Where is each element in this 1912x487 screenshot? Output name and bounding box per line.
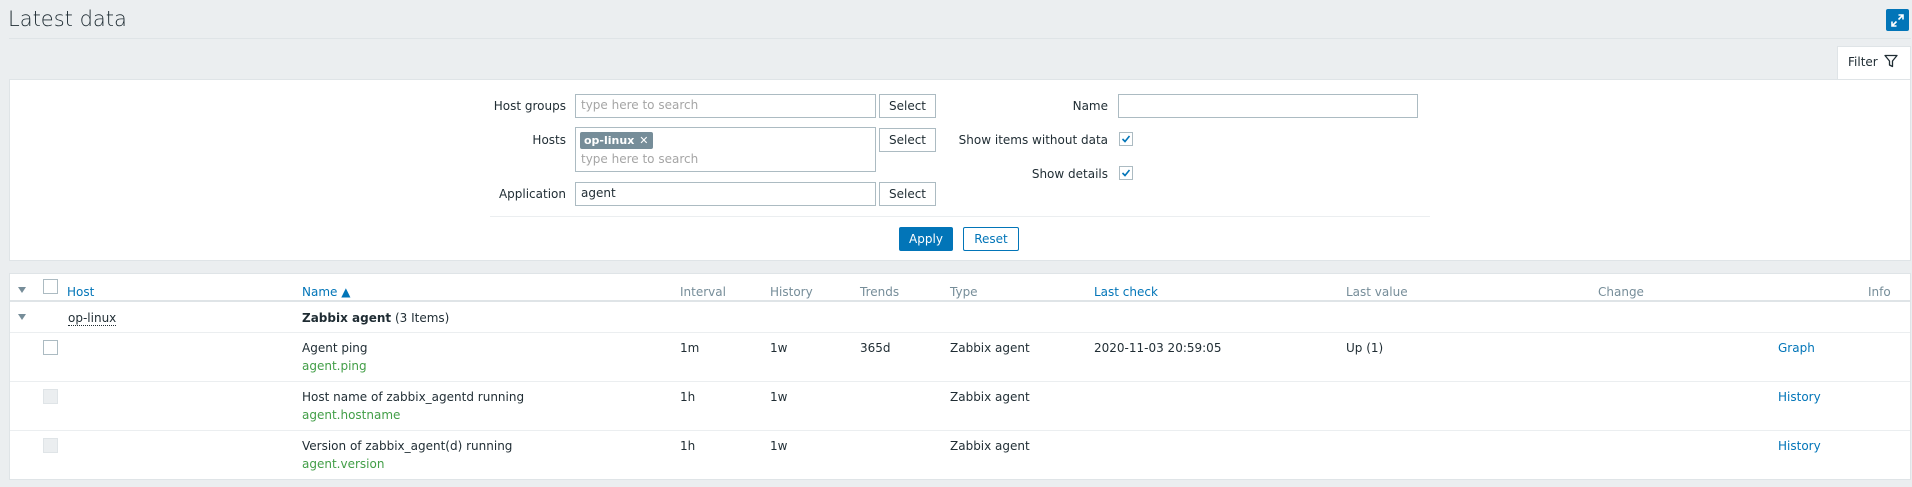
item-history: 1w xyxy=(770,439,788,453)
application-label: Application xyxy=(498,187,566,201)
group-host[interactable]: op-linux xyxy=(68,311,117,326)
show-details-label: Show details xyxy=(1031,167,1108,181)
collapse-group-icon[interactable] xyxy=(18,314,26,320)
host-groups-label: Host groups xyxy=(493,99,566,113)
row-checkbox[interactable] xyxy=(43,340,58,355)
item-type: Zabbix agent xyxy=(950,390,1030,404)
table-header-divider xyxy=(10,300,1910,302)
item-trends: 365d xyxy=(860,341,891,355)
expand-icon xyxy=(1891,13,1904,27)
hosts-label: Hosts xyxy=(532,133,566,147)
item-type: Zabbix agent xyxy=(950,439,1030,453)
name-label: Name xyxy=(1072,99,1108,113)
row-divider xyxy=(10,381,1910,382)
fullscreen-button[interactable] xyxy=(1886,9,1909,31)
item-name: Agent ping xyxy=(302,341,368,355)
column-interval: Interval xyxy=(680,285,726,299)
item-last-check: 2020-11-03 20:59:05 xyxy=(1094,341,1222,355)
group-app-name: Zabbix agent xyxy=(302,311,392,325)
history-link[interactable]: History xyxy=(1778,390,1821,404)
show-details-checkbox[interactable] xyxy=(1119,166,1133,180)
item-name: Host name of zabbix_agentd running xyxy=(302,390,525,404)
history-link[interactable]: History xyxy=(1778,439,1821,453)
hosts-multiselect[interactable]: op-linux ✕ type here to search xyxy=(575,127,876,172)
column-type: Type xyxy=(950,285,978,299)
row-divider xyxy=(10,332,1910,333)
host-groups-input[interactable]: type here to search xyxy=(575,94,876,118)
item-interval: 1h xyxy=(680,390,696,404)
filter-tab-label: Filter xyxy=(1848,55,1878,69)
column-host[interactable]: Host xyxy=(67,285,94,299)
collapse-all-icon[interactable] xyxy=(18,287,26,293)
group-application: Zabbix agent (3 Items) xyxy=(302,311,449,325)
row-checkbox[interactable] xyxy=(43,389,58,404)
show-items-without-data-checkbox[interactable] xyxy=(1119,132,1133,146)
checkmark-icon xyxy=(1121,135,1131,143)
host-groups-select-button[interactable]: Select xyxy=(879,94,936,118)
group-host-link[interactable]: op-linux xyxy=(68,311,117,326)
name-input[interactable] xyxy=(1118,94,1418,118)
show-items-without-data-label: Show items without data xyxy=(958,133,1108,147)
item-key: agent.ping xyxy=(302,359,367,373)
column-last-check[interactable]: Last check xyxy=(1094,285,1158,299)
group-item-count: (3 Items) xyxy=(394,311,450,325)
reset-button[interactable]: Reset xyxy=(963,227,1019,251)
item-key: agent.hostname xyxy=(302,408,401,422)
row-checkbox[interactable] xyxy=(43,438,58,453)
column-name[interactable]: Name ▲ xyxy=(302,285,350,299)
checkmark-icon xyxy=(1121,169,1131,177)
item-interval: 1h xyxy=(680,439,696,453)
hosts-select-button[interactable]: Select xyxy=(879,128,936,152)
graph-link[interactable]: Graph xyxy=(1778,341,1815,355)
item-interval: 1m xyxy=(680,341,700,355)
hosts-placeholder: type here to search xyxy=(581,152,699,166)
application-select-button[interactable]: Select xyxy=(879,182,936,206)
filter-tab[interactable]: Filter xyxy=(1837,46,1911,80)
application-input[interactable]: agent xyxy=(575,182,876,206)
item-last-value: Up (1) xyxy=(1346,341,1384,355)
item-key: agent.version xyxy=(302,457,385,471)
apply-button[interactable]: Apply xyxy=(899,227,953,251)
column-last-value: Last value xyxy=(1346,285,1408,299)
select-all-checkbox[interactable] xyxy=(43,279,58,294)
item-type: Zabbix agent xyxy=(950,341,1030,355)
row-divider xyxy=(10,430,1910,431)
column-history: History xyxy=(770,285,813,299)
item-history: 1w xyxy=(770,341,788,355)
item-history: 1w xyxy=(770,390,788,404)
application-value: agent xyxy=(581,186,616,200)
header-divider xyxy=(9,38,1911,39)
column-info: Info xyxy=(1868,285,1891,299)
host-groups-placeholder: type here to search xyxy=(581,98,699,112)
item-name: Version of zabbix_agent(d) running xyxy=(302,439,513,453)
remove-chip-icon[interactable]: ✕ xyxy=(639,134,648,147)
host-chip-label: op-linux xyxy=(584,134,635,147)
funnel-icon xyxy=(1884,54,1898,71)
host-chip: op-linux ✕ xyxy=(580,132,653,149)
filter-divider xyxy=(490,216,1430,217)
column-trends: Trends xyxy=(860,285,900,299)
column-change: Change xyxy=(1598,285,1644,299)
page-title: Latest data xyxy=(8,7,127,31)
